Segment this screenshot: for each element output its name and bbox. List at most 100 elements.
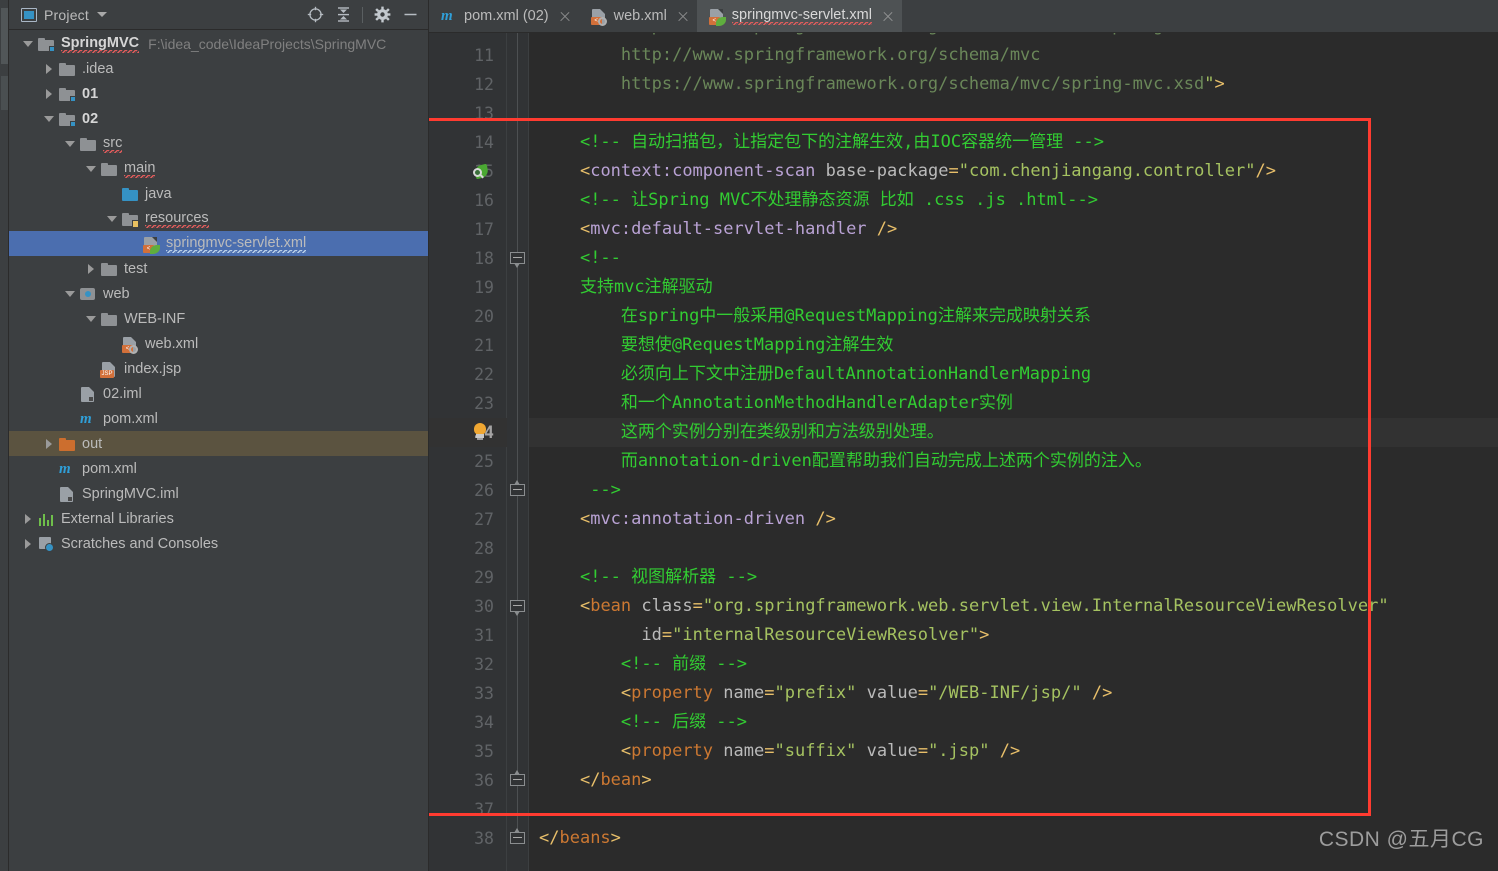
gutter-row-32[interactable]: 32 <box>429 650 507 679</box>
code-line-21[interactable]: 要想使@RequestMapping注解生效 <box>529 331 1498 360</box>
tab-close-icon[interactable] <box>558 10 571 23</box>
code-line-31[interactable]: id="internalResourceViewResolver"> <box>529 621 1498 650</box>
gutter-row-27[interactable]: 27 <box>429 505 507 534</box>
gutter-row-13[interactable]: 13 <box>429 99 507 128</box>
gutter-row-34[interactable]: 34 <box>429 708 507 737</box>
tree-item-resources[interactable]: resources <box>9 206 429 231</box>
tree-item-springmvc-iml[interactable]: SpringMVC.iml <box>9 481 429 506</box>
tree-expand-arrow[interactable] <box>21 511 36 526</box>
spring-bean-icon[interactable] <box>473 163 490 180</box>
code-line-27[interactable]: <mvc:annotation-driven /> <box>529 505 1498 534</box>
tool-strip-tab-1[interactable] <box>1 8 8 64</box>
gutter-row-22[interactable]: 22 <box>429 360 507 389</box>
fold-gutter[interactable] <box>507 33 529 871</box>
code-line-26[interactable]: --> <box>529 476 1498 505</box>
tree-expand-arrow[interactable] <box>42 61 57 76</box>
code-line-32[interactable]: <!-- 前缀 --> <box>529 650 1498 679</box>
gutter-row-11[interactable]: 11 <box>429 41 507 70</box>
gutter-row-17[interactable]: 17 <box>429 215 507 244</box>
hide-panel-icon[interactable] <box>397 3 423 27</box>
left-tool-window-strip[interactable] <box>0 0 9 871</box>
gutter-row-15[interactable]: 15 <box>429 157 507 186</box>
code-line-37[interactable] <box>529 795 1498 824</box>
tree-expand-arrow[interactable] <box>84 311 99 326</box>
gutter-row-35[interactable]: 35 <box>429 737 507 766</box>
gutter-row-20[interactable]: 20 <box>429 302 507 331</box>
code-line-11[interactable]: http://www.springframework.org/schema/mv… <box>529 41 1498 70</box>
code-line-34[interactable]: <!-- 后缀 --> <box>529 708 1498 737</box>
tool-strip-tab-2[interactable] <box>1 76 8 110</box>
gutter-row-12[interactable]: 12 <box>429 70 507 99</box>
code-line-15[interactable]: <context:component-scan base-package="co… <box>529 157 1498 186</box>
gutter-row-23[interactable]: 23 <box>429 389 507 418</box>
editor-gutter[interactable]: 10 11 12 13 14 15 16 17 18 19 20 21 22 23 24 25 26 27 28 29… <box>429 33 507 871</box>
tree-expand-arrow[interactable] <box>84 261 99 276</box>
tree-item-scratches-and-consoles[interactable]: Scratches and Consoles <box>9 531 429 556</box>
code-line-23[interactable]: 和一个AnnotationMethodHandlerAdapter实例 <box>529 389 1498 418</box>
tree-expand-arrow[interactable] <box>63 286 78 301</box>
gutter-row-29[interactable]: 29 <box>429 563 507 592</box>
tree-item-test[interactable]: test <box>9 256 429 281</box>
gutter-row-33[interactable]: 33 <box>429 679 507 708</box>
tab-close-icon[interactable] <box>676 10 689 23</box>
fold-collapse-end-icon[interactable] <box>510 480 525 500</box>
tree-item-external-libraries[interactable]: External Libraries <box>9 506 429 531</box>
scroll-from-source-icon[interactable] <box>302 3 328 27</box>
tree-item-java[interactable]: java <box>9 181 429 206</box>
gutter-row-26[interactable]: 26 <box>429 476 507 505</box>
gutter-row-24[interactable]: 24 <box>429 418 507 447</box>
gutter-row-19[interactable]: 19 <box>429 273 507 302</box>
code-text-column[interactable]: https://www.springframework.org/schema/c… <box>529 33 1498 871</box>
tree-expand-arrow[interactable] <box>42 436 57 451</box>
editor-tab-springmvc-servlet-xml[interactable]: < springmvc-servlet.xml <box>696 0 902 32</box>
fold-collapse-start-icon[interactable] <box>510 252 525 268</box>
gutter-row-25[interactable]: 25 <box>429 447 507 476</box>
code-line-28[interactable] <box>529 534 1498 563</box>
gutter-row-10[interactable]: 10 <box>429 33 507 41</box>
tree-item-pom-xml[interactable]: m pom.xml <box>9 456 429 481</box>
tree-expand-arrow[interactable] <box>105 211 120 226</box>
tree-expand-arrow[interactable] <box>21 36 36 51</box>
code-line-13[interactable] <box>529 99 1498 128</box>
project-tree[interactable]: SpringMVC F:\idea_code\IdeaProjects\Sprin… <box>9 30 429 871</box>
gutter-row-14[interactable]: 14 <box>429 128 507 157</box>
code-line-16[interactable]: <!-- 让Spring MVC不处理静态资源 比如 .css .js .htm… <box>529 186 1498 215</box>
gutter-row-37[interactable]: 37 <box>429 795 507 824</box>
settings-gear-icon[interactable] <box>369 3 395 27</box>
code-line-35[interactable]: <property name="suffix" value=".jsp" /> <box>529 737 1498 766</box>
gutter-row-18[interactable]: 18 <box>429 244 507 273</box>
code-line-30[interactable]: <bean class="org.springframework.web.ser… <box>529 592 1498 621</box>
tree-item-idea[interactable]: .idea <box>9 56 429 81</box>
tree-item-pom-xml[interactable]: m pom.xml <box>9 406 429 431</box>
gutter-row-16[interactable]: 16 <box>429 186 507 215</box>
code-line-22[interactable]: 必须向上下文中注册DefaultAnnotationHandlerMapping <box>529 360 1498 389</box>
chevron-down-icon[interactable] <box>96 12 107 17</box>
code-line-14[interactable]: <!-- 自动扫描包，让指定包下的注解生效,由IOC容器统一管理 --> <box>529 128 1498 157</box>
tree-item-src[interactable]: src <box>9 131 429 156</box>
tree-expand-arrow[interactable] <box>21 536 36 551</box>
tab-close-icon[interactable] <box>881 10 894 23</box>
editor-tab-web-xml[interactable]: < web.xml <box>578 0 697 32</box>
tree-item-01[interactable]: 01 <box>9 81 429 106</box>
intention-bulb-icon[interactable] <box>471 423 489 442</box>
tree-item-02-iml[interactable]: 02.iml <box>9 381 429 406</box>
code-line-20[interactable]: 在spring中一般采用@RequestMapping注解来完成映射关系 <box>529 302 1498 331</box>
gutter-row-30[interactable]: 30 <box>429 592 507 621</box>
code-line-33[interactable]: <property name="prefix" value="/WEB-INF/… <box>529 679 1498 708</box>
code-line-19[interactable]: 支持mvc注解驱动 <box>529 273 1498 302</box>
code-line-18[interactable]: <!-- <box>529 244 1498 273</box>
tree-item-out[interactable]: out <box>9 431 429 456</box>
tree-item-web-xml[interactable]: < web.xml <box>9 331 429 356</box>
code-line-36[interactable]: </bean> <box>529 766 1498 795</box>
code-line-10[interactable]: https://www.springframework.org/schema/c… <box>529 33 1498 41</box>
tree-item-index-jsp[interactable]: JSP index.jsp <box>9 356 429 381</box>
code-line-17[interactable]: <mvc:default-servlet-handler /> <box>529 215 1498 244</box>
tree-item-02[interactable]: 02 <box>9 106 429 131</box>
tree-item-main[interactable]: main <box>9 156 429 181</box>
tree-item-springmvc[interactable]: SpringMVC F:\idea_code\IdeaProjects\Sprin… <box>9 31 429 56</box>
tree-item-springmvc-servlet-xml[interactable]: < springmvc-servlet.xml <box>9 231 429 256</box>
tree-item-web[interactable]: web <box>9 281 429 306</box>
code-line-29[interactable]: <!-- 视图解析器 --> <box>529 563 1498 592</box>
code-line-24[interactable]: 这两个实例分别在类级别和方法级别处理。 <box>529 418 1498 447</box>
gutter-row-36[interactable]: 36 <box>429 766 507 795</box>
